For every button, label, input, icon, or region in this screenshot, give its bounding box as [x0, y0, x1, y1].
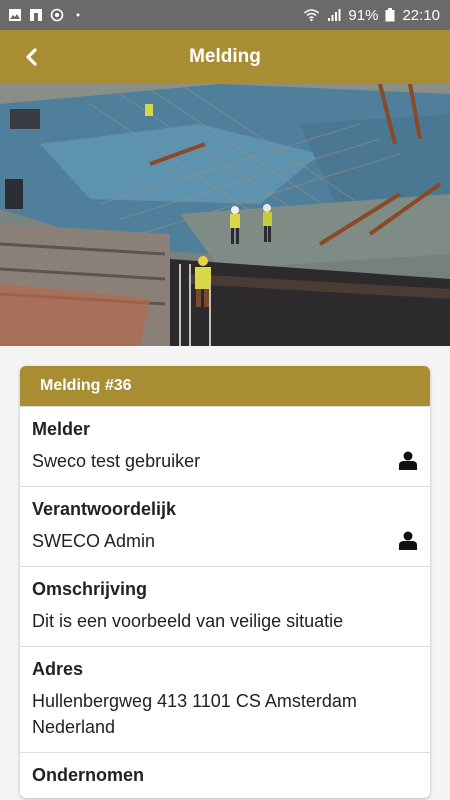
- field-value: Sweco test gebruiker: [32, 451, 201, 471]
- flipboard-icon: [30, 9, 42, 21]
- card-header: Melding #36: [20, 366, 430, 406]
- page-title: Melding: [189, 46, 261, 67]
- field-label: Adres: [32, 659, 84, 679]
- field-adres: Adres Hullenbergweg 413 1101 CS Amsterda…: [20, 646, 430, 752]
- field-melder: Melder Sweco test gebruiker: [20, 406, 430, 486]
- clock: 22:10: [402, 6, 440, 24]
- melding-card: Melding #36 Melder Sweco test gebruiker …: [20, 366, 430, 798]
- status-bar-notifications: [8, 8, 85, 22]
- field-value: Dit is een voorbeeld van veilige situati…: [32, 611, 344, 631]
- field-label: Melder: [32, 419, 91, 439]
- image-icon: [9, 9, 21, 21]
- wifi-icon: [304, 9, 320, 22]
- back-chevron-icon: [26, 48, 37, 66]
- back-button[interactable]: [20, 45, 44, 69]
- field-label: Ondernomen: [32, 765, 145, 785]
- field-ondernomen: Ondernomen: [20, 752, 430, 798]
- person-icon[interactable]: [398, 450, 418, 470]
- battery-percent: 91%: [348, 6, 379, 24]
- battery-icon: [385, 8, 395, 22]
- status-bar: 91% 22:10: [0, 0, 450, 30]
- field-value: SWECO Admin: [32, 531, 156, 551]
- dot-icon: [76, 13, 80, 17]
- field-verantwoordelijk: Verantwoordelijk SWECO Admin: [20, 486, 430, 566]
- sync-icon: [50, 8, 64, 22]
- field-value: Hullenbergweg 413 1101 CS Amsterdam Nede…: [32, 691, 357, 737]
- field-label: Verantwoordelijk: [32, 499, 177, 519]
- signal-icon: [328, 9, 341, 21]
- status-bar-system: 91% 22:10: [303, 7, 440, 24]
- construction-site-photo: [0, 84, 450, 346]
- field-omschrijving: Omschrijving Dit is een voorbeeld van ve…: [20, 566, 430, 646]
- person-icon[interactable]: [398, 530, 418, 550]
- app-bar: Melding: [0, 30, 450, 84]
- field-label: Omschrijving: [32, 579, 148, 599]
